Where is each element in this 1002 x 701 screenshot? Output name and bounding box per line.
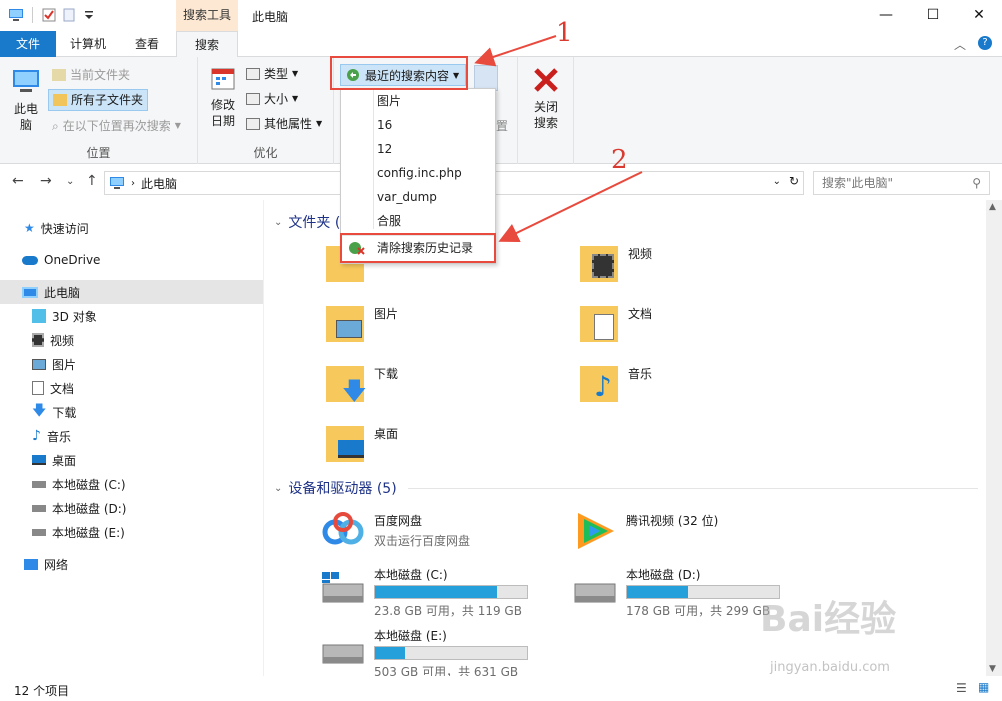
arrow-2 bbox=[498, 171, 643, 243]
annotation-number-2: 2 bbox=[611, 145, 628, 175]
annotation-number-1: 1 bbox=[556, 18, 573, 48]
watermark-url: jingyan.baidu.com bbox=[770, 660, 890, 675]
baidu-jingyan-watermark: Bai经验 bbox=[760, 599, 897, 640]
arrow-1 bbox=[474, 35, 557, 67]
